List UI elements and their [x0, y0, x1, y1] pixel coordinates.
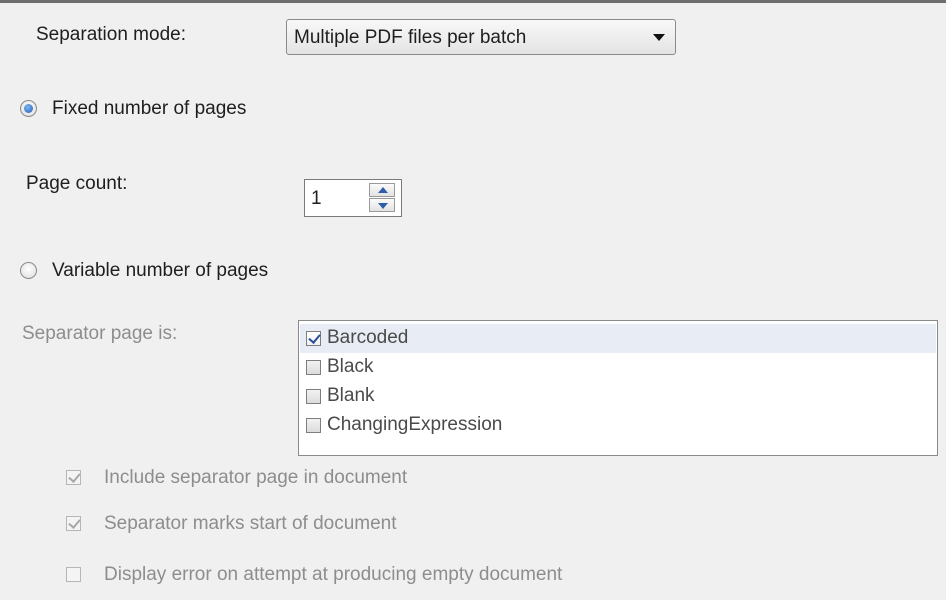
list-item-black[interactable]: Black: [300, 353, 936, 382]
stepper-down-button[interactable]: [369, 198, 395, 212]
barcoded-checkbox[interactable]: [306, 331, 321, 346]
check-icon: [68, 470, 81, 483]
arrow-down-icon: [378, 203, 388, 209]
stepper-buttons: [369, 183, 397, 213]
blank-checkbox[interactable]: [306, 389, 321, 404]
list-item-barcoded[interactable]: Barcoded: [300, 324, 936, 353]
list-item-blank[interactable]: Blank: [300, 382, 936, 411]
display-error-label: Display error on attempt at producing em…: [104, 564, 563, 585]
page-count-value[interactable]: 1: [311, 188, 322, 210]
variable-pages-radio[interactable]: [20, 262, 37, 279]
separation-mode-dropdown[interactable]: Multiple PDF files per batch: [286, 19, 676, 55]
separation-mode-value: Multiple PDF files per batch: [294, 27, 527, 48]
stepper-up-button[interactable]: [369, 183, 395, 197]
page-count-label: Page count:: [26, 173, 128, 194]
display-error-checkbox[interactable]: [66, 567, 81, 582]
changing-expression-checkbox[interactable]: [306, 418, 321, 433]
marks-start-checkbox[interactable]: [66, 516, 81, 531]
marks-start-label: Separator marks start of document: [104, 513, 397, 534]
list-item-label: ChangingExpression: [327, 414, 503, 435]
list-item-label: Barcoded: [327, 327, 409, 348]
fixed-pages-label[interactable]: Fixed number of pages: [52, 98, 246, 120]
radio-selected-dot: [24, 104, 33, 113]
separation-mode-label: Separation mode:: [36, 24, 186, 45]
fixed-pages-radio[interactable]: [20, 100, 37, 117]
separator-type-list[interactable]: Barcoded Black Blank ChangingExpression: [298, 320, 938, 456]
list-item-label: Blank: [327, 385, 375, 406]
top-border: [0, 0, 946, 3]
variable-pages-label[interactable]: Variable number of pages: [52, 260, 268, 282]
list-item-changing-expression[interactable]: ChangingExpression: [300, 411, 936, 440]
arrow-up-icon: [378, 187, 388, 193]
include-separator-checkbox[interactable]: [66, 470, 81, 485]
chevron-down-icon: [653, 34, 665, 41]
list-item-label: Black: [327, 356, 374, 377]
black-checkbox[interactable]: [306, 360, 321, 375]
include-separator-label: Include separator page in document: [104, 467, 408, 488]
page-count-stepper[interactable]: 1: [304, 179, 402, 217]
check-icon: [68, 516, 81, 529]
separator-page-label: Separator page is:: [22, 323, 178, 344]
check-icon: [308, 331, 321, 344]
